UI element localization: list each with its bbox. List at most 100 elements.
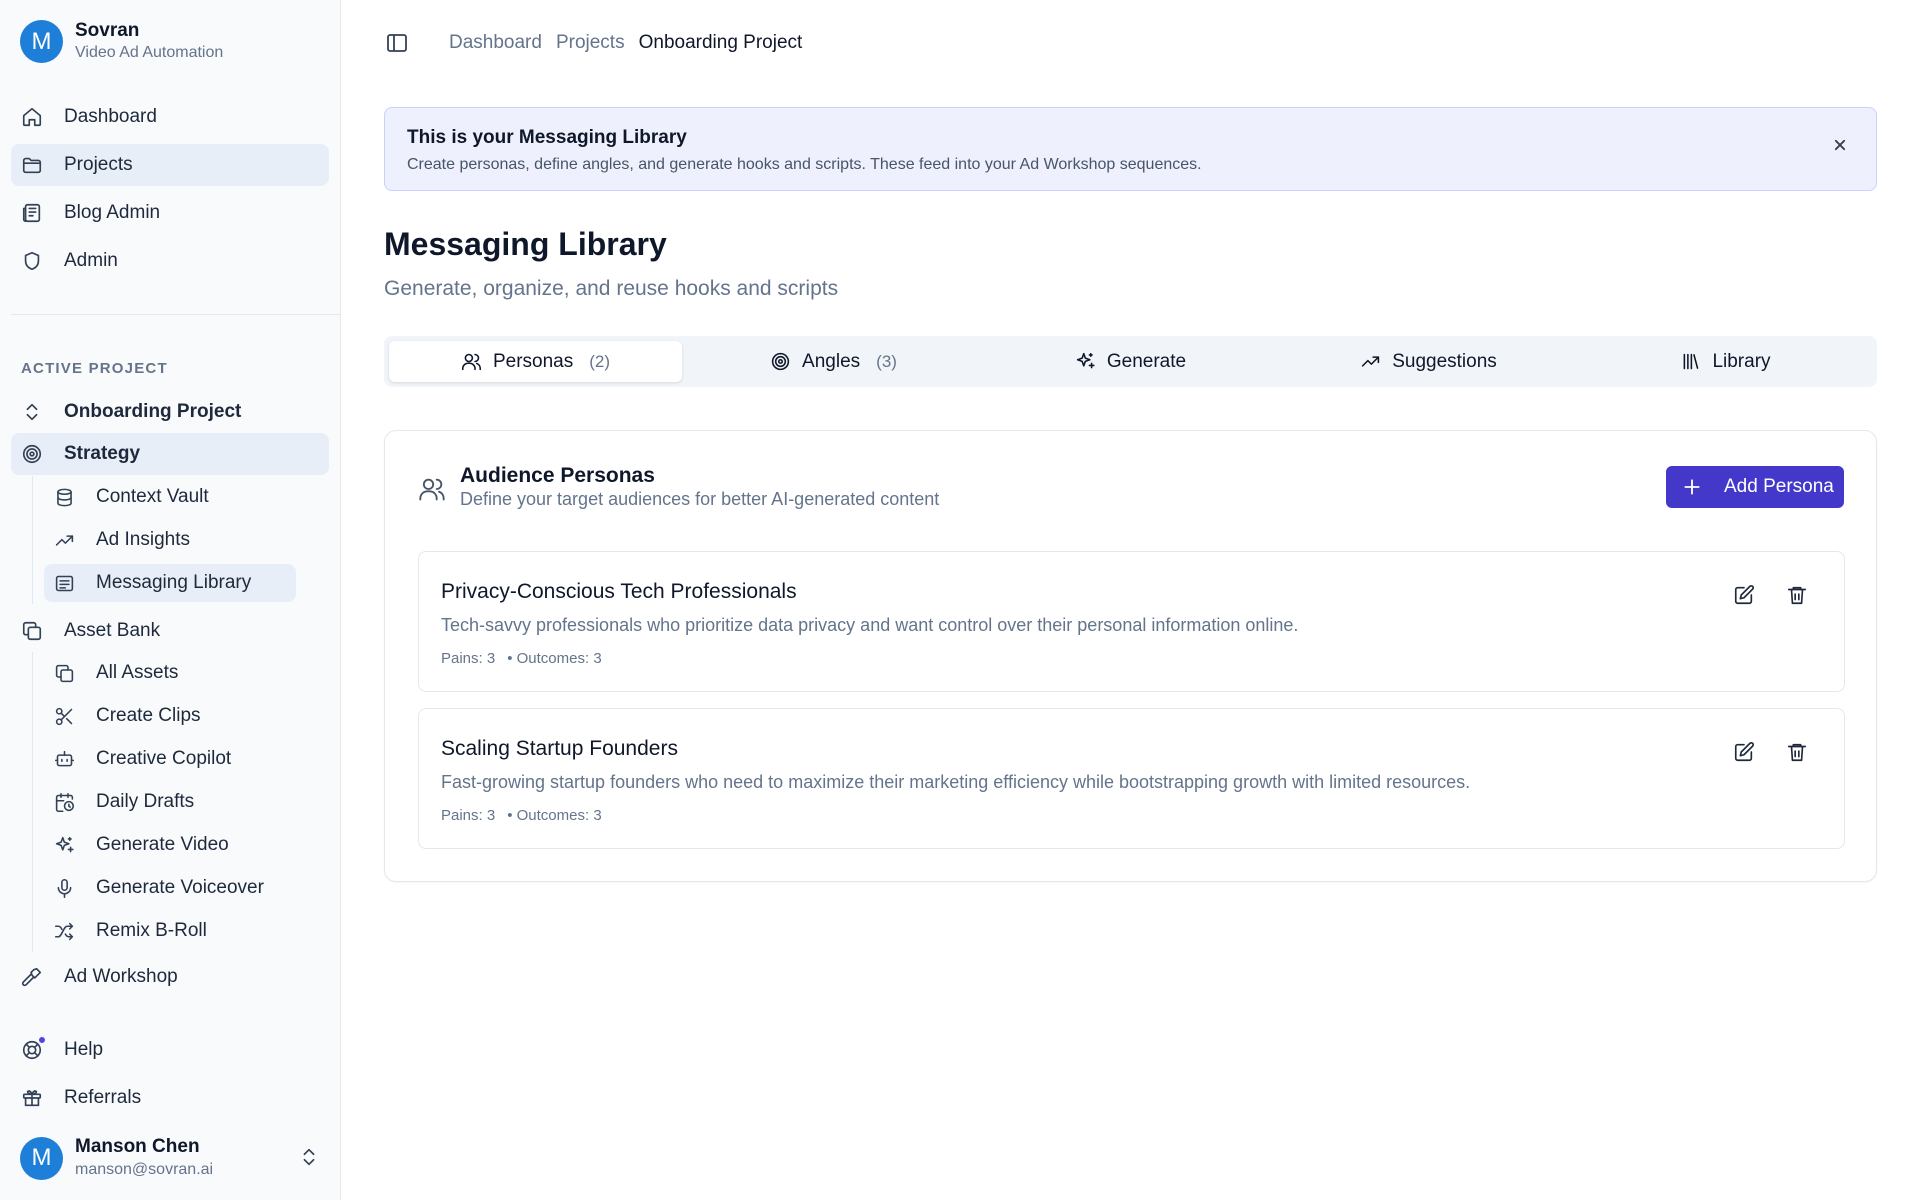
sidebar-item-label: Ad Workshop (64, 966, 178, 987)
sidebar-item-label: Blog Admin (64, 202, 161, 223)
card-title: Audience Personas (460, 464, 655, 487)
tab-angles[interactable]: Angles (3) (687, 341, 980, 382)
sidebar-item-help[interactable]: Help (11, 1029, 329, 1071)
tab-label: Suggestions (1392, 350, 1497, 372)
sidebar-item-creative-copilot[interactable]: Creative Copilot (44, 740, 296, 778)
persona-outcomes: • Outcomes: 3 (507, 650, 602, 667)
trash-icon[interactable] (1786, 741, 1808, 763)
sidebar-item-admin[interactable]: Admin (11, 240, 329, 282)
sidebar-item-projects[interactable]: Projects (11, 144, 329, 186)
trash-icon[interactable] (1786, 584, 1808, 606)
hammer-icon (21, 966, 43, 988)
tab-suggestions[interactable]: Suggestions (1282, 341, 1575, 382)
tab-label: Angles (802, 350, 861, 372)
sidebar-item-label: Messaging Library (96, 572, 252, 593)
folder-icon (21, 154, 43, 176)
database-icon (54, 487, 75, 508)
trending-up-icon (1360, 351, 1381, 372)
sidebar-item-ad-insights[interactable]: Ad Insights (44, 521, 296, 559)
page-title: Messaging Library (384, 226, 667, 262)
add-persona-label: Add Persona (1724, 476, 1834, 497)
home-icon (21, 106, 43, 128)
user-email: manson@sovran.ai (75, 1161, 214, 1178)
sidebar-item-label: Generate Video (96, 834, 229, 855)
add-persona-button[interactable]: Add Persona (1666, 466, 1844, 508)
sidebar-item-label: Creative Copilot (96, 748, 232, 769)
sidebar-item-referrals[interactable]: Referrals (11, 1077, 329, 1119)
sidebar-item-remix-b-roll[interactable]: Remix B-Roll (44, 912, 296, 950)
persona-meta: Pains: 3 • Outcomes: 3 (441, 807, 602, 824)
user-avatar: M (20, 1136, 63, 1180)
tab-generate[interactable]: Generate (984, 341, 1277, 382)
calendar-clock-icon (54, 792, 75, 813)
target-icon (770, 351, 791, 372)
sparkles-icon (1075, 351, 1096, 372)
chevrons-up-down-icon (21, 401, 43, 423)
info-banner: This is your Messaging Library Create pe… (384, 107, 1877, 191)
sidebar-item-messaging-library[interactable]: Messaging Library (44, 564, 296, 602)
sidebar-item-label: Daily Drafts (96, 791, 195, 812)
page-subtitle: Generate, organize, and reuse hooks and … (384, 277, 839, 300)
sidebar-item-create-clips[interactable]: Create Clips (44, 697, 296, 735)
sidebar-toggle-icon[interactable] (385, 31, 409, 55)
chevrons-up-down-icon (298, 1146, 320, 1168)
sidebar-item-label: Help (64, 1039, 104, 1060)
tab-label: Generate (1106, 350, 1187, 372)
persona-item[interactable]: Privacy-Conscious Tech Professionals Tec… (418, 551, 1845, 692)
persona-meta: Pains: 3 • Outcomes: 3 (441, 650, 602, 667)
sidebar-item-context-vault[interactable]: Context Vault (44, 478, 296, 516)
users-icon (418, 475, 446, 503)
sidebar-item-daily-drafts[interactable]: Daily Drafts (44, 783, 296, 821)
sparkles-icon (54, 835, 75, 856)
user-menu[interactable]: M Manson Chen manson@sovran.ai (20, 1136, 320, 1180)
tab-library[interactable]: Library (1579, 341, 1872, 382)
copy-icon (54, 663, 75, 684)
mic-icon (54, 878, 75, 899)
project-switcher[interactable]: Onboarding Project (11, 391, 329, 433)
edit-icon[interactable] (1733, 741, 1755, 763)
sidebar-item-label: Asset Bank (64, 620, 161, 641)
sidebar-item-generate-voiceover[interactable]: Generate Voiceover (44, 869, 296, 907)
sidebar-item-label: Context Vault (96, 486, 209, 507)
persona-title: Scaling Startup Founders (441, 737, 678, 760)
section-label-active-project: ACTIVE PROJECT (21, 360, 168, 377)
sidebar-item-asset-bank[interactable]: Asset Bank (11, 610, 329, 652)
tab-count: (3) (876, 351, 897, 371)
project-name: Onboarding Project (64, 401, 242, 422)
tab-count: (2) (589, 351, 611, 371)
close-icon[interactable] (1830, 135, 1850, 155)
persona-description: Tech-savvy professionals who prioritize … (441, 615, 1299, 635)
sidebar-item-label: All Assets (96, 662, 179, 683)
tab-label: Library (1712, 350, 1771, 372)
breadcrumb-dashboard[interactable]: Dashboard (449, 32, 542, 54)
sidebar: M Sovran Video Ad Automation Dashboard P… (0, 0, 341, 1200)
breadcrumb-projects[interactable]: Projects (556, 32, 625, 54)
sidebar-item-dashboard[interactable]: Dashboard (11, 96, 329, 138)
user-name: Manson Chen (75, 1136, 200, 1157)
brand[interactable]: M Sovran Video Ad Automation (20, 20, 223, 63)
card-subtitle: Define your target audiences for better … (460, 489, 940, 509)
sidebar-item-label: Create Clips (96, 705, 201, 726)
target-icon (21, 443, 43, 465)
tab-personas[interactable]: Personas (2) (389, 341, 682, 382)
sidebar-item-blog-admin[interactable]: Blog Admin (11, 192, 329, 234)
sidebar-item-all-assets[interactable]: All Assets (44, 654, 296, 692)
sidebar-item-generate-video[interactable]: Generate Video (44, 826, 296, 864)
sidebar-item-label: Admin (64, 250, 118, 271)
newspaper-icon (21, 202, 43, 224)
persona-pains: Pains: 3 (441, 650, 496, 667)
trending-up-icon (54, 530, 75, 551)
tab-label: Personas (492, 350, 574, 372)
notification-dot (37, 1035, 47, 1045)
sidebar-item-ad-workshop[interactable]: Ad Workshop (11, 956, 329, 998)
sidebar-item-label: Dashboard (64, 106, 157, 127)
persona-item[interactable]: Scaling Startup Founders Fast-growing st… (418, 708, 1845, 849)
audience-personas-card: Audience Personas Define your target aud… (384, 430, 1877, 882)
brand-subtitle: Video Ad Automation (75, 44, 224, 61)
edit-icon[interactable] (1733, 584, 1755, 606)
sidebar-item-label: Strategy (64, 443, 141, 464)
persona-pains: Pains: 3 (441, 807, 496, 824)
tree-line (32, 476, 33, 604)
sidebar-item-strategy[interactable]: Strategy (11, 433, 329, 475)
brand-name: Sovran (75, 20, 140, 41)
